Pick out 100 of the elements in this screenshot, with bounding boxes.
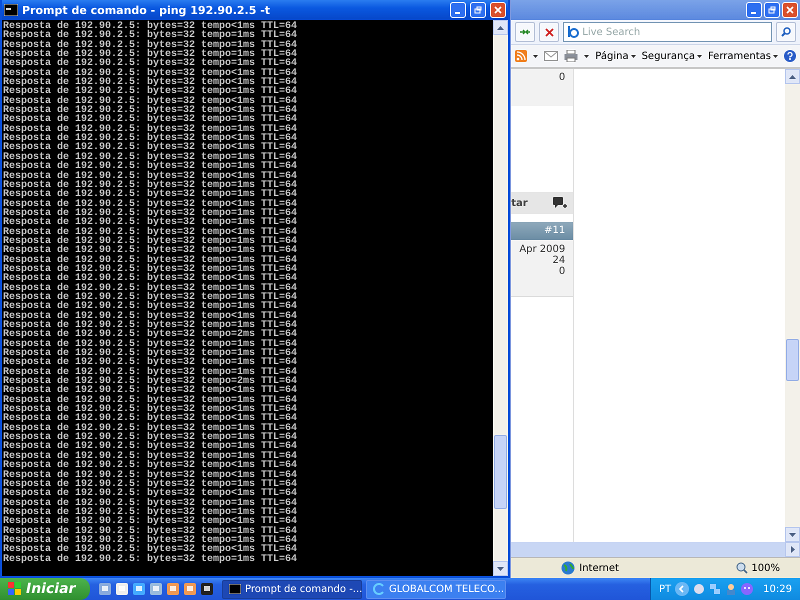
console-line: Resposta de 192.90.2.5: bytes=32 tempo=1ms TTL=64 [3, 87, 298, 97]
close-button[interactable] [782, 2, 798, 18]
up-arrow-icon[interactable] [497, 26, 504, 30]
rss-icon[interactable] [515, 50, 528, 62]
console-line: Resposta de 192.90.2.5: bytes=32 tempo=1ms TTL=64 [3, 526, 298, 536]
down-arrow-icon[interactable] [497, 566, 504, 570]
console-line: Resposta de 192.90.2.5: bytes=32 tempo=1ms TTL=64 [3, 442, 298, 452]
console-line: Resposta de 192.90.2.5: bytes=32 tempo<1ms TTL=64 [3, 143, 298, 153]
clock: 10:29 [763, 584, 792, 594]
console-line: Resposta de 192.90.2.5: bytes=32 tempo<1ms TTL=64 [3, 228, 298, 237]
globe-icon [561, 561, 576, 575]
close-icon [494, 6, 502, 14]
printer-icon[interactable] [564, 50, 578, 62]
console-line: Resposta de 192.90.2.5: bytes=32 tempo=1ms TTL=64 [3, 152, 298, 162]
window-title: Prompt de comando - ping 192.90.2.5 -t [22, 4, 272, 16]
detail-text: 24 [552, 255, 566, 266]
console-line: Resposta de 192.90.2.5: bytes=32 tempo=1ms TTL=64 [3, 190, 298, 200]
console-line: Resposta de 192.90.2.5: bytes=32 tempo=1ms TTL=64 [3, 180, 298, 190]
search-button[interactable] [776, 22, 796, 42]
detail-text: 0 [558, 266, 566, 277]
console-line: Resposta de 192.90.2.5: bytes=32 tempo<1ms TTL=64 [3, 106, 298, 116]
restore-button[interactable] [470, 2, 486, 18]
quick-launch-icon[interactable] [98, 582, 112, 596]
console-line: Resposta de 192.90.2.5: bytes=32 tempo=1ms TTL=64 [3, 358, 298, 368]
console-line: Resposta de 192.90.2.5: bytes=32 tempo<1ms TTL=64 [3, 172, 298, 181]
console-line: Resposta de 192.90.2.5: bytes=32 tempo=1ms TTL=64 [3, 59, 298, 69]
console-line: Resposta de 192.90.2.5: bytes=32 tempo=1ms TTL=64 [3, 424, 298, 434]
mail-icon[interactable] [544, 51, 558, 61]
minimize-button[interactable] [746, 2, 762, 18]
console-line: Resposta de 192.90.2.5: bytes=32 tempo=1ms TTL=64 [3, 349, 298, 358]
down-arrow-icon[interactable] [789, 532, 796, 536]
zoom-icon[interactable] [736, 562, 748, 574]
console-line: Resposta de 192.90.2.5: bytes=32 tempo<1ms TTL=64 [3, 134, 298, 144]
console-line: Resposta de 192.90.2.5: bytes=32 tempo=1ms TTL=64 [3, 218, 298, 228]
minimize-button[interactable] [450, 2, 466, 18]
horizontal-scrollbar[interactable] [511, 542, 800, 557]
scrollbar-thumb[interactable] [494, 435, 508, 509]
menu-button[interactable]: Página [595, 50, 636, 62]
console-line: Resposta de 192.90.2.5: bytes=32 tempo=1ms TTL=64 [3, 246, 298, 256]
scrollbar[interactable] [785, 69, 800, 542]
caret-icon [630, 54, 636, 58]
console-line: Resposta de 192.90.2.5: bytes=32 tempo=1ms TTL=64 [3, 208, 298, 218]
zone-text: Internet [579, 562, 619, 574]
refresh-button[interactable] [515, 22, 536, 42]
zoom-level[interactable]: 100% [751, 562, 780, 574]
stop-button[interactable] [539, 22, 560, 42]
console-line: Resposta de 192.90.2.5: bytes=32 tempo<1ms TTL=64 [3, 312, 298, 321]
console-line: Resposta de 192.90.2.5: bytes=32 tempo=1ms TTL=64 [3, 480, 298, 490]
caret-icon [533, 54, 538, 58]
search-box[interactable]: Live Search [563, 22, 772, 42]
console-line: Resposta de 192.90.2.5: bytes=32 tempo=1ms TTL=64 [3, 162, 298, 172]
console-line: Resposta de 192.90.2.5: bytes=32 tempo<1ms TTL=64 [3, 274, 298, 284]
button-label[interactable]: tar [511, 198, 528, 208]
console-line: Resposta de 192.90.2.5: bytes=32 tempo=1ms TTL=64 [3, 433, 298, 442]
console-line: Resposta de 192.90.2.5: bytes=32 tempo=1ms TTL=64 [3, 452, 298, 462]
quick-launch-icon[interactable] [183, 582, 197, 596]
close-icon [786, 6, 794, 14]
scrollbar-thumb[interactable] [786, 339, 799, 381]
up-arrow-icon[interactable] [789, 74, 796, 78]
console-line: Resposta de 192.90.2.5: bytes=32 tempo=1ms TTL=64 [3, 50, 298, 60]
console-line: Resposta de 192.90.2.5: bytes=32 tempo=1ms TTL=64 [3, 124, 298, 134]
quick-launch-icon[interactable] [132, 582, 146, 596]
quick-launch-icon[interactable] [149, 582, 163, 596]
console-line: Resposta de 192.90.2.5: bytes=32 tempo<1ms TTL=64 [3, 470, 298, 480]
right-arrow-icon[interactable] [790, 546, 794, 553]
console-line: Resposta de 192.90.2.5: bytes=32 tempo<1ms TTL=64 [3, 200, 298, 209]
smiley-icon[interactable] [741, 583, 754, 595]
restore-icon [768, 6, 776, 14]
tray-icon[interactable] [693, 583, 706, 595]
menu-button[interactable]: Segurança [642, 50, 702, 62]
scrollbar[interactable] [493, 20, 508, 576]
console-line: Resposta de 192.90.2.5: bytes=32 tempo=1ms TTL=64 [3, 498, 298, 508]
console-line: Resposta de 192.90.2.5: bytes=32 tempo<1ms TTL=64 [3, 545, 298, 555]
browser-icon [373, 583, 385, 595]
console-line: Resposta de 192.90.2.5: bytes=32 tempo<1ms TTL=64 [3, 68, 298, 78]
console-line: Resposta de 192.90.2.5: bytes=32 tempo<1ms TTL=64 [3, 78, 298, 88]
user-icon[interactable] [725, 583, 738, 595]
restore-button[interactable] [764, 2, 780, 18]
console-line: Resposta de 192.90.2.5: bytes=32 tempo=1ms TTL=64 [3, 284, 298, 293]
console-line: Resposta de 192.90.2.5: bytes=32 tempo=1ms TTL=64 [3, 508, 298, 518]
console-line: Resposta de 192.90.2.5: bytes=32 tempo=1ms TTL=64 [3, 40, 298, 50]
console-line: Resposta de 192.90.2.5: bytes=32 tempo=2ms TTL=64 [3, 330, 298, 340]
taskbar-button[interactable]: Prompt de comando -... [222, 580, 362, 598]
restore-icon [474, 6, 482, 14]
quick-launch-icon[interactable] [115, 582, 129, 596]
chevron-icon[interactable] [675, 582, 690, 596]
console-line: Resposta de 192.90.2.5: bytes=32 tempo<1ms TTL=64 [3, 405, 298, 414]
console-line: Resposta de 192.90.2.5: bytes=32 tempo<1ms TTL=64 [3, 96, 298, 106]
taskbar-button[interactable]: GLOBALCOM TELECO... [366, 580, 506, 598]
quick-launch-icon[interactable] [200, 582, 214, 596]
console-line: Resposta de 192.90.2.5: bytes=32 tempo=1ms TTL=64 [3, 368, 298, 378]
close-button[interactable] [490, 2, 506, 18]
console-line: Resposta de 192.90.2.5: bytes=32 tempo=1ms TTL=64 [3, 554, 298, 564]
menu-button[interactable]: Ferramentas [708, 50, 778, 62]
count-text: 0 [511, 69, 574, 106]
console-line: Resposta de 192.90.2.5: bytes=32 tempo<1ms TTL=64 [3, 517, 298, 527]
quick-launch-icon[interactable] [166, 582, 180, 596]
help-icon[interactable] [784, 50, 796, 62]
console-line: Resposta de 192.90.2.5: bytes=32 tempo=1ms TTL=64 [3, 321, 298, 330]
quote-icon[interactable] [553, 197, 568, 209]
